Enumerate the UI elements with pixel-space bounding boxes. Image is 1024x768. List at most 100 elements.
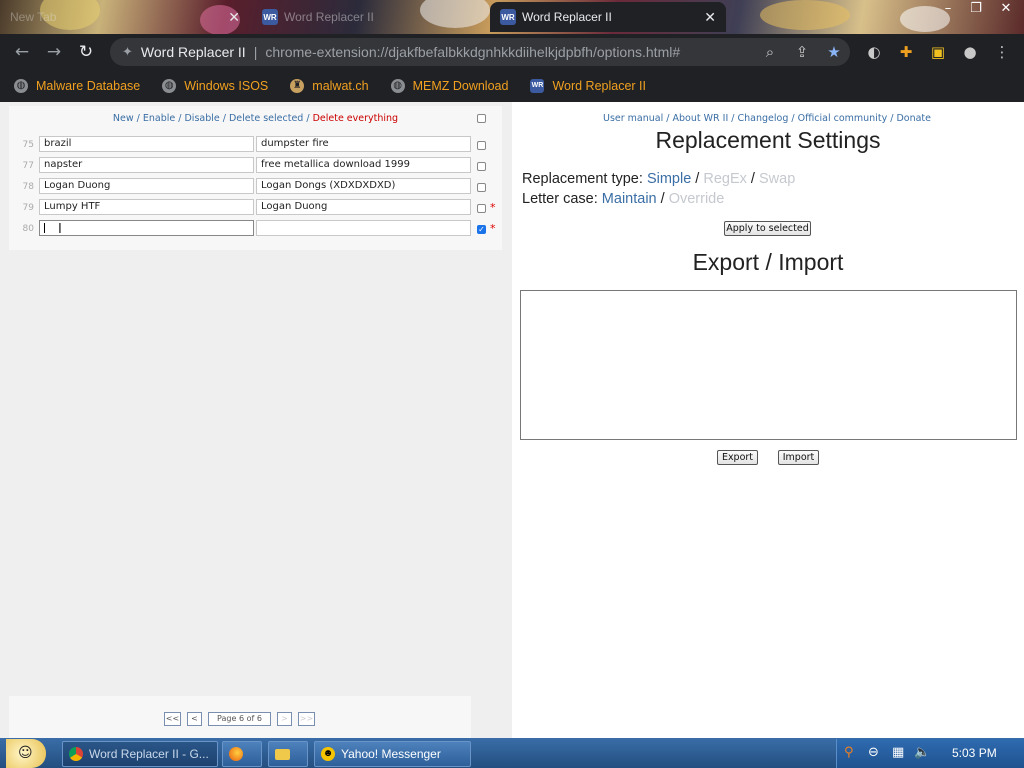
about-link[interactable]: About WR II xyxy=(673,113,729,124)
type-swap-option[interactable]: Swap xyxy=(759,171,795,187)
find-field[interactable]: brazil xyxy=(39,136,254,152)
case-maintain-option[interactable]: Maintain xyxy=(602,191,657,207)
separator: / xyxy=(695,171,700,187)
status-icon[interactable]: ⊖ xyxy=(868,745,879,760)
row-checkbox[interactable]: ✓ xyxy=(477,225,486,234)
row-number: 79 xyxy=(22,203,34,213)
taskbar-item-chrome[interactable]: Word Replacer II - G... xyxy=(62,741,218,767)
tab-strip: New Tab ✕ WR Word Replacer II WR Word Re… xyxy=(0,0,1024,34)
taskbar-item-label: Word Replacer II - G... xyxy=(89,747,209,761)
bookmark-malware-database[interactable]: ◍ Malware Database xyxy=(0,70,148,102)
import-button[interactable]: Import xyxy=(778,450,819,465)
flag-icon[interactable]: ◐ xyxy=(864,42,884,62)
wallpaper-splash xyxy=(760,0,850,30)
page-indicator: Page 6 of 6 xyxy=(208,712,271,726)
clock[interactable]: 5:03 PM xyxy=(952,746,997,760)
delete-selected-link[interactable]: Delete selected xyxy=(229,113,303,124)
close-icon[interactable]: ✕ xyxy=(228,9,240,26)
replace-field[interactable]: Logan Dongs (XDXDXDXD) xyxy=(256,178,471,194)
bookmark-star-icon[interactable]: ★ xyxy=(824,42,844,62)
omnibox[interactable]: ✦ Word Replacer II | chrome-extension://… xyxy=(110,38,850,66)
type-simple-option[interactable]: Simple xyxy=(647,171,691,187)
bookmark-malwatch[interactable]: ♜ malwat.ch xyxy=(276,70,376,102)
text-caret xyxy=(44,223,45,233)
taskbar-item-firefox[interactable] xyxy=(222,741,262,767)
replace-field[interactable] xyxy=(256,220,471,236)
tab-word-replacer-inactive[interactable]: WR Word Replacer II xyxy=(252,2,488,32)
unsaved-marker: * xyxy=(490,222,496,235)
menu-icon[interactable]: ⋮ xyxy=(992,42,1012,62)
reload-icon[interactable]: ↻ xyxy=(76,42,96,62)
maximize-icon[interactable]: ❐ xyxy=(962,0,990,18)
extensions-icon[interactable]: ✚ xyxy=(896,42,916,62)
select-all-checkbox[interactable] xyxy=(477,114,486,123)
forward-icon[interactable]: → xyxy=(44,42,64,62)
zoom-icon[interactable]: ⌕ xyxy=(760,42,780,62)
case-override-option[interactable]: Override xyxy=(669,191,725,207)
replace-field[interactable]: dumpster fire xyxy=(256,136,471,152)
letter-case-row: Letter case: Maintain / Override xyxy=(522,191,724,207)
bookmark-label: Windows ISOS xyxy=(184,79,269,93)
separator: / xyxy=(728,113,738,124)
disable-link[interactable]: Disable xyxy=(184,113,219,124)
back-icon[interactable]: ← xyxy=(12,42,32,62)
volume-icon[interactable]: 🔈 xyxy=(914,745,930,760)
row-checkbox[interactable] xyxy=(477,162,486,171)
separator: / xyxy=(133,113,143,124)
search-icon[interactable]: ⚲ xyxy=(844,745,854,760)
find-field[interactable]: Lumpy HTF xyxy=(39,199,254,215)
profile-icon[interactable]: ● xyxy=(960,42,980,62)
first-page-button[interactable]: << xyxy=(164,712,181,726)
close-window-icon[interactable]: ✕ xyxy=(992,0,1020,18)
start-button[interactable]: ☺ xyxy=(6,739,46,768)
share-icon[interactable]: ⇪ xyxy=(792,42,812,62)
wr-icon: WR xyxy=(262,9,278,25)
row-checkbox[interactable] xyxy=(477,183,486,192)
tab-word-replacer-active[interactable]: WR Word Replacer II ✕ xyxy=(490,2,726,32)
list-actions: New / Enable / Disable / Delete selected… xyxy=(9,113,502,124)
next-page-button[interactable]: > xyxy=(277,712,292,726)
donate-link[interactable]: Donate xyxy=(896,113,931,124)
bookmark-windows-isos[interactable]: ◍ Windows ISOS xyxy=(148,70,276,102)
replacement-type-label: Replacement type: xyxy=(522,171,643,187)
sidepanel-icon[interactable]: ▣ xyxy=(928,42,948,62)
tab-title: Word Replacer II xyxy=(284,10,374,24)
row-number: 75 xyxy=(22,140,34,150)
tab-title: Word Replacer II xyxy=(522,10,612,24)
find-field[interactable]: Logan Duong xyxy=(39,178,254,194)
replace-field[interactable]: free metallica download 1999 xyxy=(256,157,471,173)
minimize-icon[interactable]: – xyxy=(934,0,962,18)
last-page-button[interactable]: >> xyxy=(298,712,315,726)
tab-new-tab[interactable]: New Tab ✕ xyxy=(0,2,250,32)
bookmark-word-replacer[interactable]: WR Word Replacer II xyxy=(516,70,654,102)
new-link[interactable]: New xyxy=(113,113,134,124)
close-icon[interactable]: ✕ xyxy=(704,9,716,26)
row-checkbox[interactable] xyxy=(477,141,486,150)
find-field[interactable]: napster xyxy=(39,157,254,173)
delete-everything-link[interactable]: Delete everything xyxy=(313,113,399,124)
prev-page-button[interactable]: < xyxy=(187,712,202,726)
replace-field[interactable]: Logan Duong xyxy=(256,199,471,215)
smiley-icon: ☺ xyxy=(18,745,33,761)
taskbar-item-label: Yahoo! Messenger xyxy=(341,747,441,761)
enable-link[interactable]: Enable xyxy=(143,113,175,124)
type-regex-option[interactable]: RegEx xyxy=(703,171,747,187)
user-manual-link[interactable]: User manual xyxy=(603,113,663,124)
taskbar-item-explorer[interactable] xyxy=(268,741,308,767)
taskbar-item-yahoo-messenger[interactable]: ☻ Yahoo! Messenger xyxy=(314,741,471,767)
bookmark-memz-download[interactable]: ◍ MEMZ Download xyxy=(377,70,517,102)
help-links: User manual / About WR II / Changelog / … xyxy=(512,113,1022,124)
separator: / xyxy=(660,191,665,207)
export-import-textarea[interactable] xyxy=(520,290,1017,440)
export-button[interactable]: Export xyxy=(717,450,758,465)
ibeam-cursor-icon: I xyxy=(58,222,62,237)
network-icon[interactable]: ▦ xyxy=(892,745,904,760)
find-field[interactable] xyxy=(39,220,254,236)
community-link[interactable]: Official community xyxy=(798,113,888,124)
changelog-link[interactable]: Changelog xyxy=(738,113,789,124)
row-number: 80 xyxy=(22,224,34,234)
apply-to-selected-button[interactable]: Apply to selected xyxy=(724,221,811,236)
bust-icon: ♜ xyxy=(290,79,305,93)
puzzle-icon: ✦ xyxy=(122,44,133,59)
row-checkbox[interactable] xyxy=(477,204,486,213)
